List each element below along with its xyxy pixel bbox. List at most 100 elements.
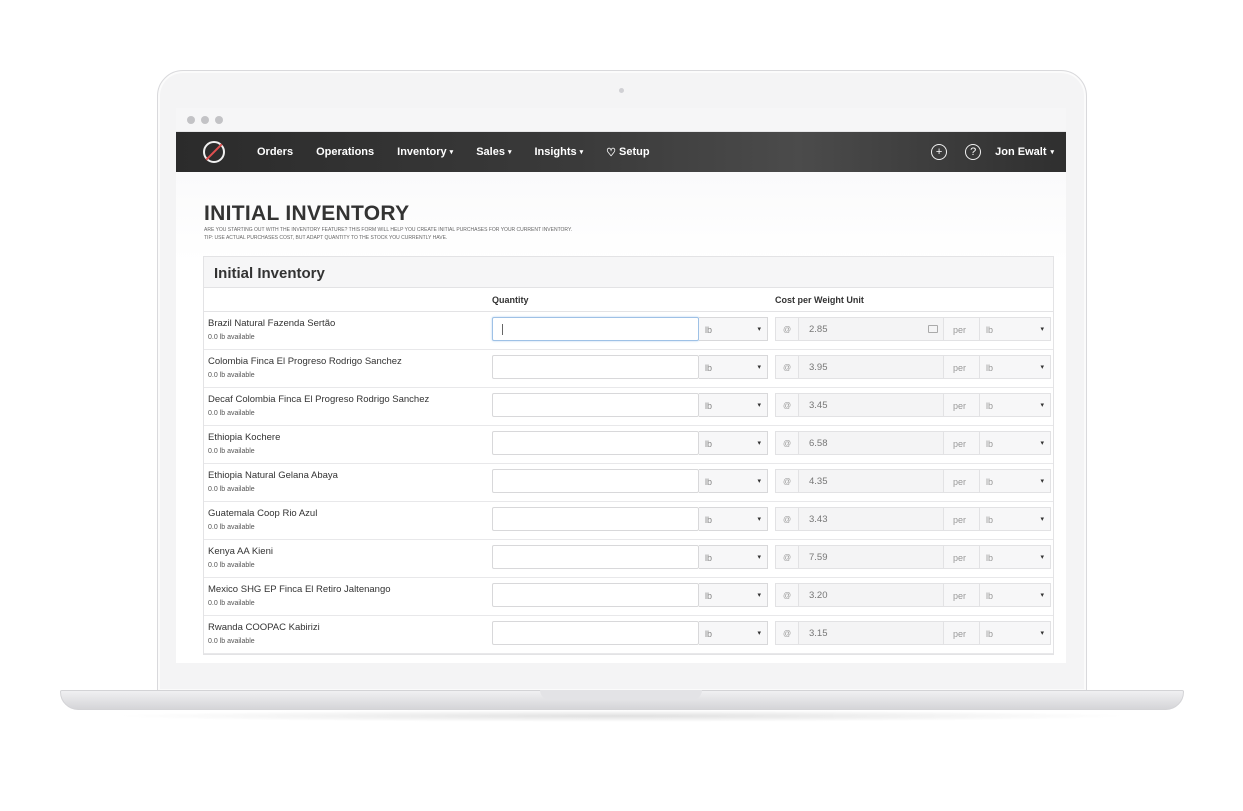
cost-input[interactable]: 3.20	[799, 583, 944, 607]
nav-inventory[interactable]: Inventory ▾	[397, 146, 453, 158]
browser-bar	[176, 108, 1066, 132]
table-row: Mexico SHG EP Finca El Retiro Jaltenango…	[204, 578, 1053, 616]
cost-value: 6.58	[809, 438, 828, 449]
caret-down-icon: ▾	[757, 402, 761, 409]
quantity-unit-select[interactable]: lb ▾	[699, 545, 768, 569]
quantity-input[interactable]	[492, 317, 699, 341]
quantity-input[interactable]	[492, 355, 699, 379]
cost-unit-select[interactable]: lb ▾	[980, 469, 1051, 493]
quantity-input[interactable]	[492, 545, 699, 569]
at-symbol: @	[775, 469, 799, 493]
logo-icon[interactable]	[203, 141, 225, 163]
quantity-unit-select[interactable]: lb ▾	[699, 355, 768, 379]
cost-unit-select[interactable]: lb ▾	[980, 621, 1051, 645]
per-label: per	[944, 393, 980, 417]
cost-input[interactable]: 2.85	[799, 317, 944, 341]
nav-insights[interactable]: Insights ▾	[534, 146, 583, 158]
quantity-unit-select[interactable]: lb ▾	[699, 317, 768, 341]
caret-down-icon: ▾	[757, 440, 761, 447]
help-icon[interactable]: ?	[965, 144, 982, 160]
cost-unit-select[interactable]: lb ▾	[980, 583, 1051, 607]
cost-unit-select[interactable]: lb ▾	[980, 355, 1051, 379]
coffee-name: Colombia Finca El Progreso Rodrigo Sanch…	[208, 356, 402, 367]
table-row: Colombia Finca El Progreso Rodrigo Sanch…	[204, 350, 1053, 388]
per-label: per	[944, 317, 980, 341]
available-amount: 0.0 lb available	[208, 600, 255, 607]
available-amount: 0.0 lb available	[208, 562, 255, 569]
table-row: Decaf Colombia Finca El Progreso Rodrigo…	[204, 388, 1053, 426]
table-row: Ethiopia Natural Gelana Abaya 0.0 lb ava…	[204, 464, 1053, 502]
cost-input[interactable]: 7.59	[799, 545, 944, 569]
unit-label: lb	[986, 629, 994, 639]
quantity-unit-select[interactable]: lb ▾	[699, 469, 768, 493]
quantity-unit-select[interactable]: lb ▾	[699, 583, 768, 607]
screen: Orders Operations Inventory ▾ Sales ▾ Insi…	[176, 108, 1066, 663]
caret-down-icon: ▾	[579, 149, 584, 156]
coffee-name: Brazil Natural Fazenda Sertão	[208, 318, 336, 329]
unit-label: lb	[986, 515, 994, 525]
unit-label: lb	[705, 325, 713, 335]
unit-label: lb	[705, 553, 713, 563]
quantity-unit-select[interactable]: lb ▾	[699, 507, 768, 531]
cost-input[interactable]: 4.35	[799, 469, 944, 493]
cost-unit-select[interactable]: lb ▾	[980, 317, 1051, 341]
quantity-input[interactable]	[492, 393, 699, 417]
quantity-input[interactable]	[492, 583, 699, 607]
window-minimize-dot[interactable]	[201, 115, 209, 124]
caret-down-icon: ▾	[757, 516, 761, 523]
nav-orders[interactable]: Orders	[257, 146, 293, 158]
caret-down-icon: ▾	[449, 149, 454, 156]
caret-down-icon: ▾	[757, 554, 761, 561]
quantity-unit-select[interactable]: lb ▾	[699, 431, 768, 455]
available-amount: 0.0 lb available	[208, 448, 255, 455]
col-cost: Cost per Weight Unit	[775, 295, 864, 305]
cost-input[interactable]: 3.15	[799, 621, 944, 645]
cost-unit-select[interactable]: lb ▾	[980, 393, 1051, 417]
top-navbar: Orders Operations Inventory ▾ Sales ▾ Insi…	[176, 132, 1066, 172]
cost-input[interactable]: 3.45	[799, 393, 944, 417]
available-amount: 0.0 lb available	[208, 486, 255, 493]
nav-operations[interactable]: Operations	[316, 146, 374, 158]
cost-input[interactable]: 3.43	[799, 507, 944, 531]
nav-sales[interactable]: Sales ▾	[476, 146, 511, 158]
cost-input[interactable]: 3.95	[799, 355, 944, 379]
coffee-name: Mexico SHG EP Finca El Retiro Jaltenango	[208, 584, 391, 595]
nav-insights-label: Insights	[534, 146, 577, 158]
at-symbol: @	[775, 583, 799, 607]
nav-setup-label: Setup	[619, 146, 650, 158]
cost-input[interactable]: 6.58	[799, 431, 944, 455]
available-amount: 0.0 lb available	[208, 372, 255, 379]
calculator-icon[interactable]	[928, 325, 938, 333]
quantity-input[interactable]	[492, 621, 699, 645]
available-amount: 0.0 lb available	[208, 410, 255, 417]
page-tip: TIP: USE ACTUAL PURCHASES COST, BUT ADAP…	[204, 235, 448, 241]
caret-down-icon: ▾	[1040, 478, 1044, 485]
per-label: per	[944, 583, 980, 607]
cost-unit-select[interactable]: lb ▾	[980, 507, 1051, 531]
add-icon[interactable]: +	[931, 144, 948, 160]
cost-unit-select[interactable]: lb ▾	[980, 431, 1051, 455]
quantity-unit-select[interactable]: lb ▾	[699, 393, 768, 417]
cost-value: 3.45	[809, 400, 828, 411]
quantity-input[interactable]	[492, 431, 699, 455]
laptop-camera	[619, 88, 624, 93]
caret-down-icon: ▾	[757, 326, 761, 333]
available-amount: 0.0 lb available	[208, 524, 255, 531]
at-symbol: @	[775, 317, 799, 341]
quantity-unit-select[interactable]: lb ▾	[699, 621, 768, 645]
at-symbol: @	[775, 621, 799, 645]
cost-value: 7.59	[809, 552, 828, 563]
user-name: Jon Ewalt	[995, 146, 1047, 158]
per-label: per	[944, 545, 980, 569]
quantity-input[interactable]	[492, 469, 699, 493]
window-zoom-dot[interactable]	[215, 115, 223, 124]
nav-setup[interactable]: ♡ Setup	[606, 146, 649, 159]
quantity-input[interactable]	[492, 507, 699, 531]
window-close-dot[interactable]	[187, 115, 195, 124]
table-row: Rwanda COOPAC Kabirizi 0.0 lb available …	[204, 616, 1053, 654]
cost-unit-select[interactable]: lb ▾	[980, 545, 1051, 569]
user-menu[interactable]: Jon Ewalt ▾	[995, 146, 1054, 158]
unit-label: lb	[986, 591, 994, 601]
caret-down-icon: ▾	[1040, 440, 1044, 447]
unit-label: lb	[986, 477, 994, 487]
